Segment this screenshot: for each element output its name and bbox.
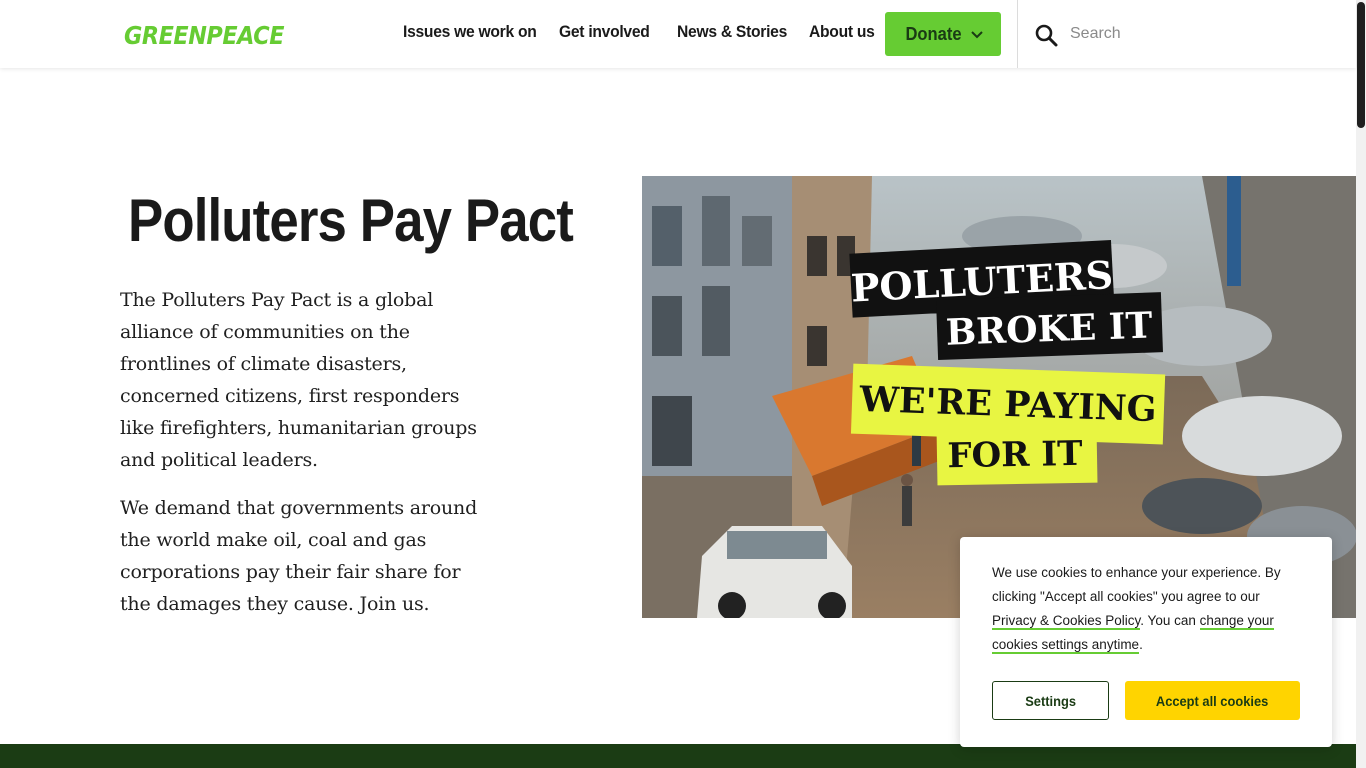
demand-paragraph: We demand that governments around the wo… (120, 497, 478, 615)
accept-all-cookies-button[interactable]: Accept all cookies (1125, 681, 1300, 720)
nav-news-stories[interactable]: News & Stories (677, 22, 787, 42)
privacy-policy-link[interactable]: Privacy & Cookies Policy (992, 613, 1141, 630)
cookie-settings-button[interactable]: Settings (992, 681, 1109, 720)
donate-label: Donate (905, 23, 963, 44)
nav-about-us[interactable]: About us (809, 22, 875, 42)
footer-band (0, 744, 1356, 768)
nav-get-involved[interactable]: Get involved (559, 22, 650, 42)
page-title: Polluters Pay Pact (128, 187, 574, 254)
slogan-line-4: FOR IT (947, 434, 1083, 476)
cookie-text-end: . (1139, 637, 1143, 652)
header-divider (1017, 0, 1018, 68)
search-input[interactable] (1062, 18, 1282, 50)
accept-button-label: Accept all cookies (1156, 692, 1269, 709)
logo-wordmark: GREENPEACE (124, 21, 284, 50)
search-icon[interactable] (1034, 23, 1058, 47)
site-header: GREENPEACE Issues we work on Get involve… (0, 0, 1356, 68)
donate-button[interactable]: Donate (885, 12, 1001, 56)
slogan-line-2: BROKE IT (945, 305, 1153, 354)
settings-button-label: Settings (1025, 692, 1076, 709)
intro-paragraph: The Polluters Pay Pact is a global allia… (120, 289, 477, 471)
nav-issues[interactable]: Issues we work on (403, 22, 537, 42)
greenpeace-logo[interactable]: GREENPEACE (124, 18, 286, 50)
cookie-text-middle: . You can (1140, 613, 1200, 628)
cookie-text-intro: We use cookies to enhance your experienc… (992, 565, 1281, 604)
cookie-banner: We use cookies to enhance your experienc… (960, 537, 1332, 747)
scrollbar-thumb[interactable] (1357, 2, 1365, 128)
chevron-down-icon (970, 31, 983, 39)
cookie-message: We use cookies to enhance your experienc… (992, 561, 1302, 657)
